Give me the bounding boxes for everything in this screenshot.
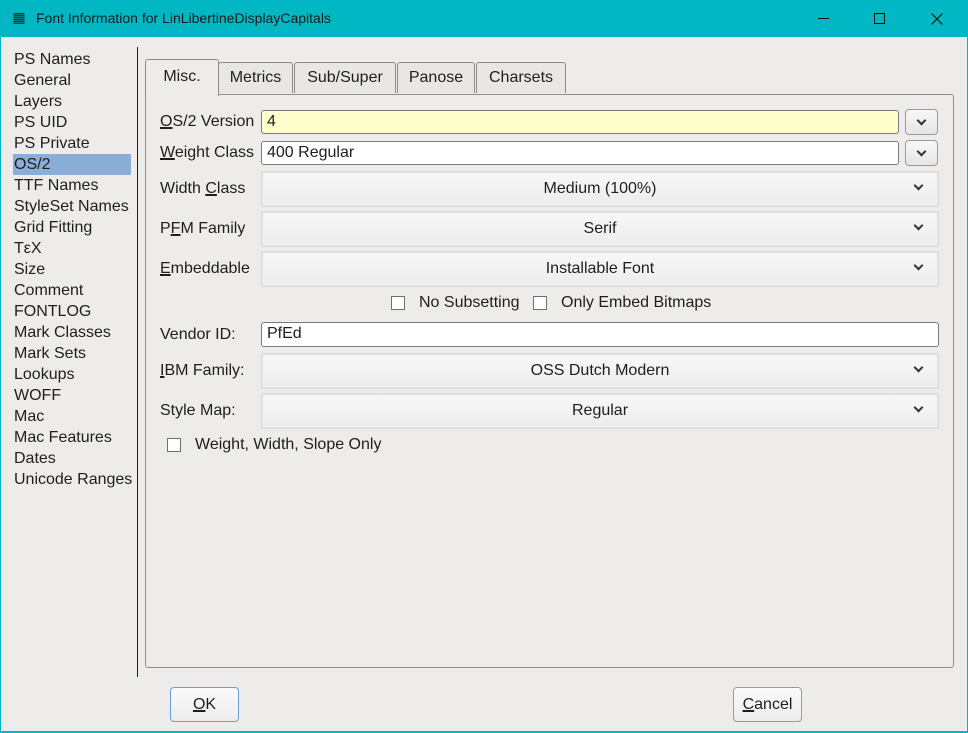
mnemonic: F [170, 220, 181, 237]
sidebar-item-os2[interactable]: OS/2 [13, 154, 131, 175]
cancel-button[interactable]: Cancel [733, 687, 802, 722]
weight-class-input[interactable]: 400 Regular [261, 141, 899, 165]
sidebar-item-size[interactable]: Size [13, 259, 47, 280]
tab-misc[interactable]: Misc. [145, 59, 219, 96]
chevron-down-icon [913, 362, 924, 373]
title-bar[interactable]: ▦ Font Information for LinLibertineDispl… [0, 0, 968, 37]
select-value: OSS Dutch Modern [530, 362, 670, 379]
weight-class-label: Weight Class [160, 143, 254, 163]
select-value: Serif [583, 220, 617, 237]
no-subsetting-label: No Subsetting [419, 294, 520, 311]
fontforge-icon: ▦ [12, 10, 26, 26]
chevron-down-icon [913, 402, 924, 413]
width-class-select[interactable]: Medium (100%) [261, 171, 939, 207]
wws-only-checkbox[interactable] [167, 438, 181, 452]
sidebar-item-ttf-names[interactable]: TTF Names [13, 175, 100, 196]
tab-metrics[interactable]: Metrics [218, 62, 293, 93]
sidebar-item-tex[interactable]: TεX [13, 238, 44, 259]
sidebar-item-styleset-names[interactable]: StyleSet Names [13, 196, 131, 217]
sidebar-item-dates[interactable]: Dates [13, 448, 58, 469]
window-title: Font Information for LinLibertineDisplay… [36, 10, 331, 26]
label-text: eight Class [174, 144, 254, 161]
sidebar-item-lookups[interactable]: Lookups [13, 364, 77, 385]
sidebar-splitter[interactable] [137, 47, 138, 677]
pfm-family-select[interactable]: Serif [261, 211, 939, 247]
sidebar-item-mark-classes[interactable]: Mark Classes [13, 322, 113, 343]
sidebar-item-ps-private[interactable]: PS Private [13, 133, 92, 154]
mnemonic: C [205, 180, 217, 197]
label-text: M Family [180, 220, 246, 237]
close-icon [931, 12, 943, 25]
sidebar-item-mark-sets[interactable]: Mark Sets [13, 343, 88, 364]
label-text: S/2 Version [172, 113, 255, 130]
chevron-down-icon [916, 146, 927, 156]
style-map-label: Style Map: [160, 402, 236, 419]
sidebar-list: PS Names General Layers PS UID PS Privat… [1, 49, 137, 677]
ok-button[interactable]: OK [170, 687, 239, 722]
dialog-body: PS Names General Layers PS UID PS Privat… [1, 37, 967, 731]
only-embed-bitmaps-checkbox[interactable] [533, 296, 547, 310]
style-map-select[interactable]: Regular [261, 393, 939, 429]
sidebar-item-unicode-ranges[interactable]: Unicode Ranges [13, 469, 134, 490]
sidebar-item-woff[interactable]: WOFF [13, 385, 63, 406]
label-text: mbeddable [170, 260, 250, 277]
only-embed-bitmaps-option[interactable]: Only Embed Bitmaps [533, 294, 711, 312]
only-embed-bitmaps-label: Only Embed Bitmaps [561, 294, 712, 311]
pfm-family-label: PFM Family [160, 219, 245, 239]
sidebar-item-ps-uid[interactable]: PS UID [13, 112, 69, 133]
sidebar-item-mac[interactable]: Mac [13, 406, 46, 427]
tab-charsets[interactable]: Charsets [476, 62, 566, 93]
tab-panose[interactable]: Panose [397, 62, 475, 93]
maximize-button[interactable] [856, 0, 902, 37]
mnemonic: O [192, 696, 206, 713]
chevron-down-icon [916, 115, 927, 125]
mnemonic: C [742, 696, 755, 713]
select-value: Installable Font [545, 260, 655, 277]
weight-class-dropdown-button[interactable] [905, 140, 938, 166]
wws-only-option[interactable]: Weight, Width, Slope Only [167, 436, 381, 454]
os2-version-input[interactable]: 4 [261, 110, 899, 134]
width-class-label: Width Class [160, 179, 245, 199]
mnemonic: W [160, 144, 175, 161]
label-text: Width [160, 180, 206, 197]
chevron-down-icon [913, 260, 924, 271]
sidebar-item-general[interactable]: General [13, 70, 73, 91]
mnemonic: E [160, 260, 171, 277]
embeddable-select[interactable]: Installable Font [261, 251, 939, 287]
sidebar-item-grid-fitting[interactable]: Grid Fitting [13, 217, 94, 238]
embeddable-label: Embeddable [160, 259, 250, 279]
minimize-button[interactable] [800, 0, 846, 37]
chevron-down-icon [913, 220, 924, 231]
button-label: ancel [754, 696, 793, 713]
close-button[interactable] [914, 0, 960, 37]
no-subsetting-option[interactable]: No Subsetting [391, 294, 520, 312]
font-info-window: ▦ Font Information for LinLibertineDispl… [0, 0, 968, 733]
select-value: Medium (100%) [543, 180, 657, 197]
vendor-id-input[interactable]: PfEd [261, 322, 939, 347]
no-subsetting-checkbox[interactable] [391, 296, 405, 310]
ibm-family-label: IBM Family: [160, 361, 244, 381]
sidebar-item-mac-features[interactable]: Mac Features [13, 427, 114, 448]
minimize-icon [817, 18, 829, 19]
label-text: P [160, 220, 171, 237]
vendor-id-label: Vendor ID: [160, 326, 236, 343]
sidebar-item-fontlog[interactable]: FONTLOG [13, 301, 93, 322]
label-text: lass [216, 180, 246, 197]
tab-sub-super[interactable]: Sub/Super [294, 62, 396, 93]
sidebar-item-ps-names[interactable]: PS Names [13, 49, 92, 70]
sidebar-item-comment[interactable]: Comment [13, 280, 85, 301]
mnemonic: O [160, 113, 173, 130]
maximize-icon [873, 13, 885, 24]
label-text: BM Family: [164, 362, 245, 379]
chevron-down-icon [913, 180, 924, 191]
os2-version-label: OS/2 Version [160, 112, 254, 132]
wws-only-label: Weight, Width, Slope Only [195, 436, 382, 453]
ibm-family-select[interactable]: OSS Dutch Modern [261, 353, 939, 389]
button-label: K [205, 696, 217, 713]
os2-version-dropdown-button[interactable] [905, 109, 938, 135]
sidebar-item-layers[interactable]: Layers [13, 91, 64, 112]
select-value: Regular [571, 402, 629, 419]
